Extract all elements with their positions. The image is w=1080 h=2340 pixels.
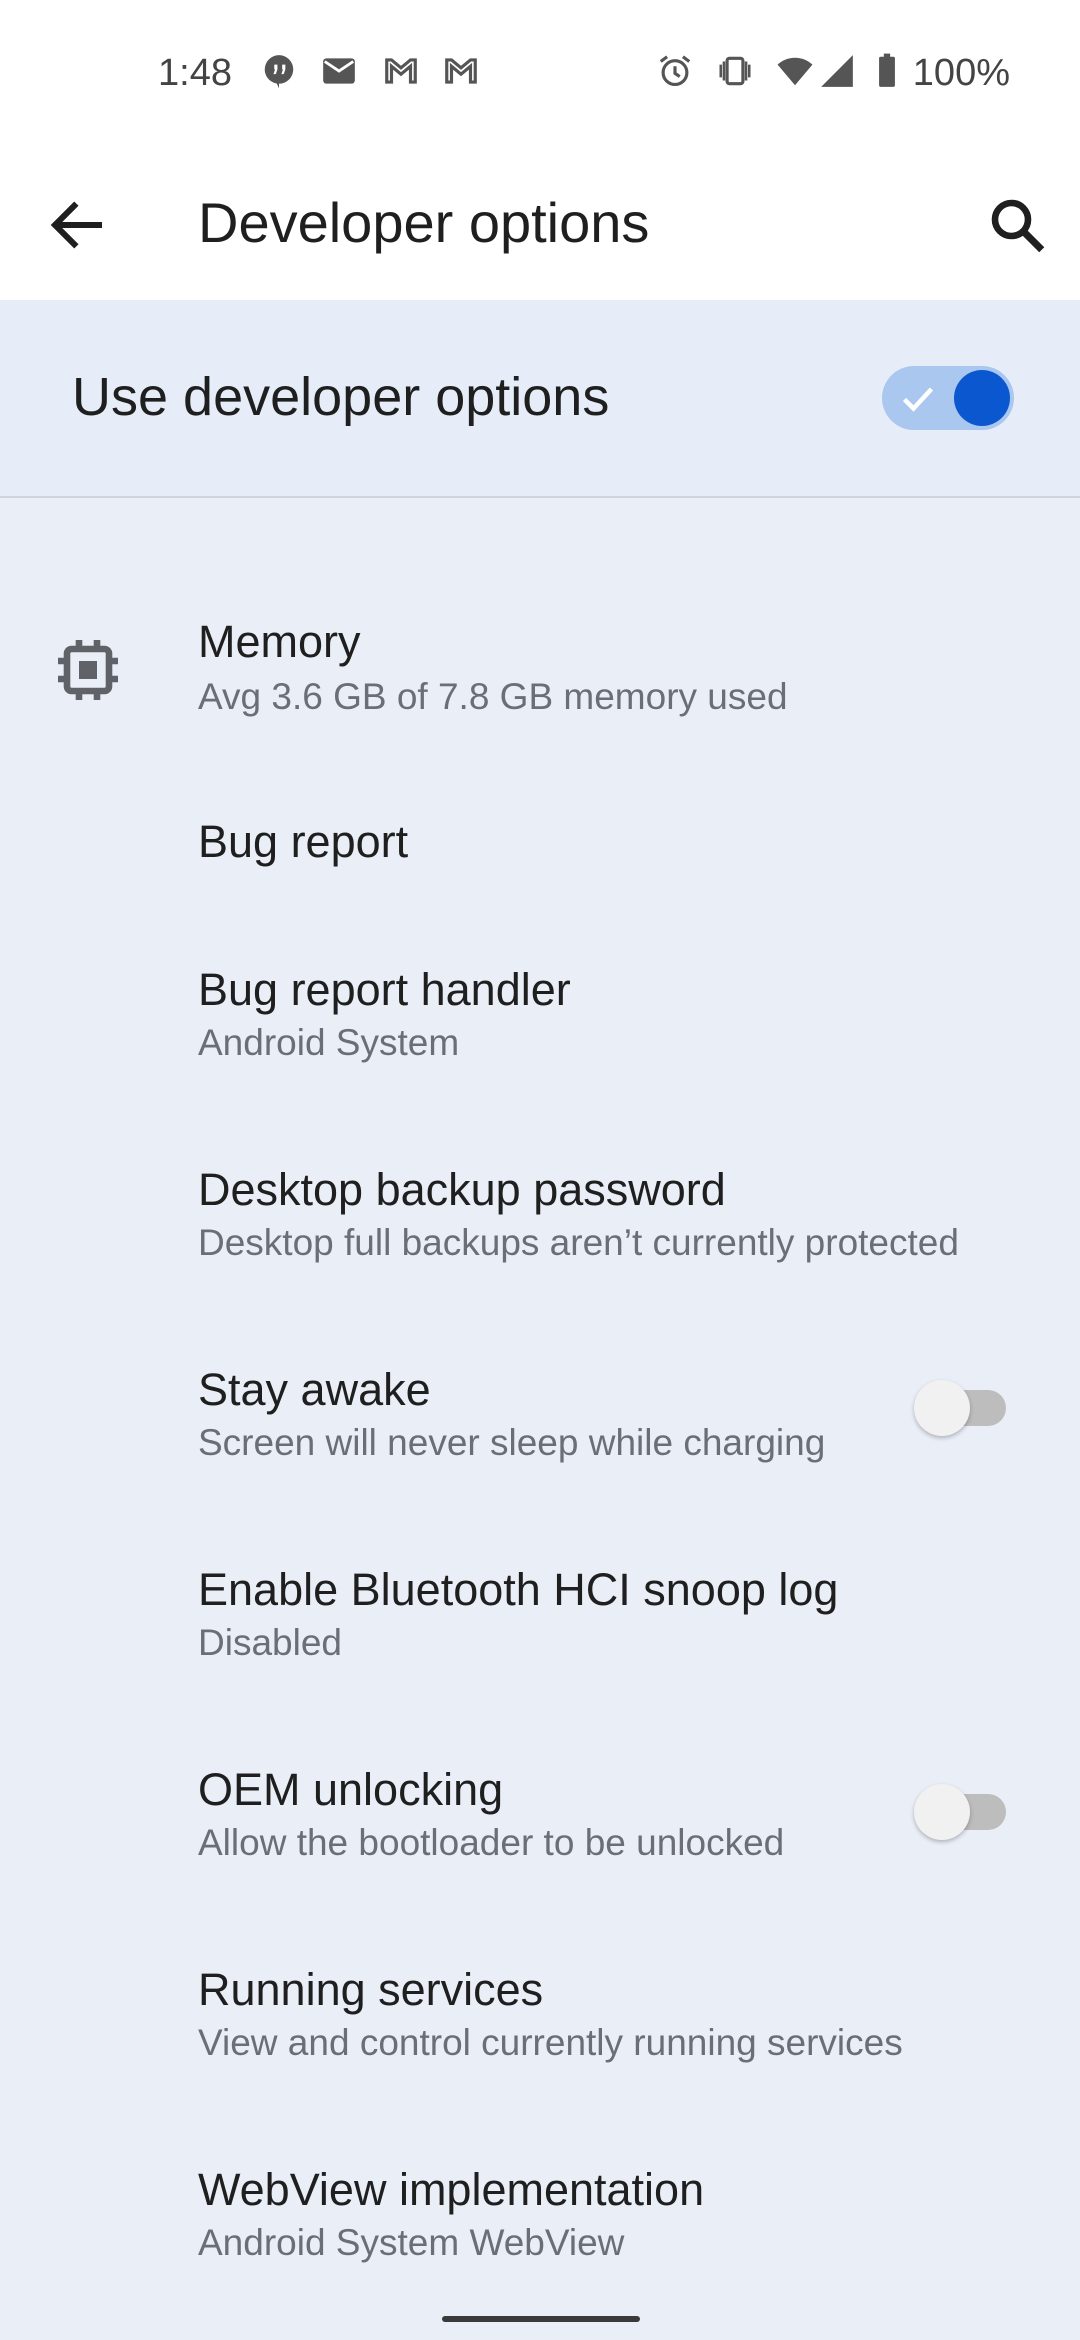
item-subtitle: Allow the bootloader to be unlocked — [198, 1822, 785, 1863]
search-icon[interactable] — [984, 192, 1050, 258]
memory-chip-icon — [58, 640, 118, 700]
item-title: Desktop backup password — [198, 1164, 726, 1215]
battery-icon — [879, 53, 895, 87]
signal-icon — [821, 55, 853, 87]
use-developer-options-row[interactable]: Use developer options — [0, 300, 1080, 498]
list-item-bug-report-handler[interactable]: Bug report handler Android System — [0, 958, 1080, 1082]
check-icon — [902, 387, 934, 412]
gmail-icon — [385, 58, 417, 84]
item-title: WebView implementation — [198, 2164, 705, 2215]
mail-icon — [323, 58, 355, 84]
toggle-knob — [914, 1784, 970, 1840]
status-time: 1:48 — [158, 52, 232, 94]
item-subtitle: View and control currently running servi… — [198, 2022, 903, 2063]
item-title: Stay awake — [198, 1364, 431, 1415]
app-bar: Developer options — [0, 150, 1080, 300]
list-item-webview-implementation[interactable]: WebView implementation Android System We… — [0, 2158, 1080, 2282]
gmail-icon — [445, 58, 477, 84]
wifi-icon — [777, 57, 813, 86]
page-title: Developer options — [198, 191, 650, 254]
back-arrow-icon[interactable] — [44, 192, 110, 258]
list-item-desktop-backup-password[interactable]: Desktop backup password Desktop full bac… — [0, 1158, 1080, 1282]
alarm-icon — [659, 55, 691, 87]
item-title: Bug report handler — [198, 964, 571, 1015]
use-developer-options-label: Use developer options — [72, 367, 610, 427]
item-subtitle: Android System — [198, 1022, 460, 1063]
list-item-bluetooth-hci-snoop-log[interactable]: Enable Bluetooth HCI snoop log Disabled — [0, 1558, 1080, 1682]
list-item-running-services[interactable]: Running services View and control curren… — [0, 1958, 1080, 2082]
toggle-knob — [914, 1380, 970, 1436]
item-title: Enable Bluetooth HCI snoop log — [198, 1564, 839, 1615]
list-item-bug-report[interactable]: Bug report — [0, 810, 1080, 890]
gesture-nav-handle[interactable] — [442, 2316, 640, 2322]
list-item-memory[interactable]: Memory Avg 3.6 GB of 7.8 GB memory used — [0, 610, 1080, 734]
use-developer-options-toggle[interactable] — [882, 366, 1014, 430]
oem-unlocking-toggle[interactable] — [914, 1784, 1006, 1840]
item-title: Bug report — [198, 816, 409, 867]
item-subtitle: Disabled — [198, 1622, 342, 1663]
item-subtitle: Avg 3.6 GB of 7.8 GB memory used — [198, 676, 788, 717]
battery-percent: 100% — [912, 52, 1010, 94]
item-title: OEM unlocking — [198, 1764, 504, 1815]
item-title: Memory — [198, 616, 361, 667]
chat-icon — [264, 55, 294, 89]
item-subtitle: Screen will never sleep while charging — [198, 1422, 826, 1463]
list-item-stay-awake[interactable]: Stay awake Screen will never sleep while… — [0, 1358, 1080, 1482]
stay-awake-toggle[interactable] — [914, 1380, 1006, 1436]
status-bar: 1:48 100% — [0, 0, 1080, 150]
list-item-oem-unlocking[interactable]: OEM unlocking Allow the bootloader to be… — [0, 1758, 1080, 1882]
item-subtitle: Android System WebView — [198, 2222, 625, 2263]
toggle-knob — [954, 370, 1010, 426]
vibrate-icon — [719, 56, 751, 86]
item-subtitle: Desktop full backups aren’t currently pr… — [198, 1222, 959, 1263]
item-title: Running services — [198, 1964, 544, 2015]
